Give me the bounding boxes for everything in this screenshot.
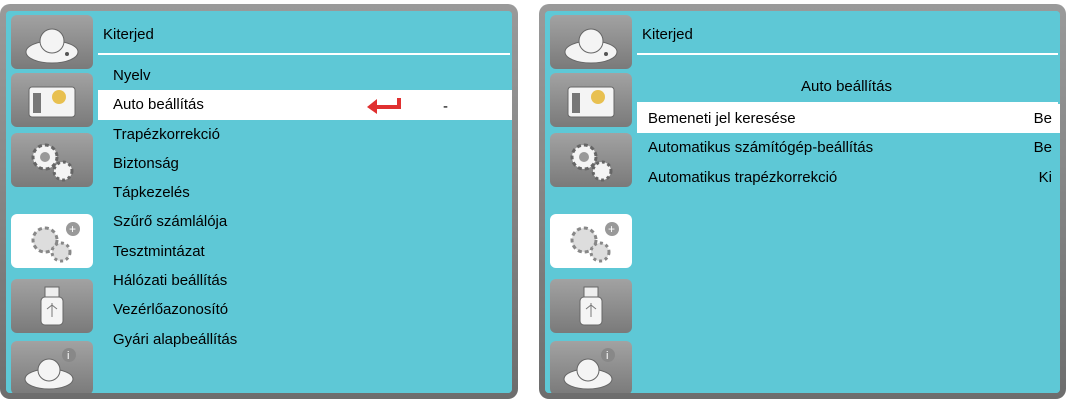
usb-icon[interactable] xyxy=(550,279,632,333)
row-label: Bemeneti jel keresése xyxy=(648,110,796,127)
gears-icon[interactable] xyxy=(11,133,93,187)
gears-icon[interactable] xyxy=(550,133,632,187)
menu-frame: + i Kiterjed Nyelv Auto beállítás - Trap… xyxy=(6,11,512,393)
camera-icon[interactable] xyxy=(11,15,93,69)
camera-icon[interactable] xyxy=(550,15,632,69)
camera-info-icon[interactable]: i xyxy=(11,341,93,393)
row-label: Automatikus számítógép-beállítás xyxy=(648,139,874,157)
row-value[interactable]: Be xyxy=(1034,133,1052,162)
display-settings-icon[interactable] xyxy=(11,73,93,127)
menu-content: Kiterjed Nyelv Auto beállítás - Trapézko… xyxy=(94,11,512,393)
title-divider xyxy=(637,53,1058,55)
gears-plus-icon[interactable]: + xyxy=(11,214,93,268)
menu-item-factory-reset[interactable]: Gyári alapbeállítás xyxy=(94,325,512,354)
submenu-row-auto-pc-adjust[interactable]: Automatikus számítógép-beállítás Be xyxy=(633,133,1060,162)
menu-item-language[interactable]: Nyelv xyxy=(94,61,512,90)
category-sidebar: + i xyxy=(6,11,94,393)
submenu-frame: + i Kiterjed Auto beállítás Bemeneti jel… xyxy=(545,11,1060,393)
svg-text:+: + xyxy=(69,222,76,236)
menu-item-keystone[interactable]: Trapézkorrekció xyxy=(94,120,512,149)
menu-item-filter-counter[interactable]: Szűrő számlálója xyxy=(94,207,512,236)
main-menu-list: Nyelv Auto beállítás - Trapézkorrekció B… xyxy=(94,61,512,354)
svg-text:+: + xyxy=(608,222,615,236)
left-menu-panel: + i Kiterjed Nyelv Auto beállítás - Trap… xyxy=(0,4,518,399)
submenu-row-input-search[interactable]: Bemeneti jel keresése Be xyxy=(637,104,1060,134)
category-title: Kiterjed xyxy=(642,26,693,43)
menu-item-test-pattern[interactable]: Tesztmintázat xyxy=(94,237,512,266)
row-value[interactable]: Be xyxy=(1034,104,1052,133)
gears-plus-icon[interactable]: + xyxy=(550,214,632,268)
usb-icon[interactable] xyxy=(11,279,93,333)
menu-item-network-settings[interactable]: Hálózati beállítás xyxy=(94,266,512,295)
row-label: Automatikus trapézkorrekció xyxy=(648,168,838,186)
menu-item-label: Auto beállítás xyxy=(113,96,204,114)
display-settings-icon[interactable] xyxy=(550,73,632,127)
category-title: Kiterjed xyxy=(103,26,154,43)
svg-text:i: i xyxy=(606,350,608,362)
menu-item-power-management[interactable]: Tápkezelés xyxy=(94,178,512,207)
submenu-list: Bemeneti jel keresése Be Automatikus szá… xyxy=(633,104,1060,192)
menu-item-control-id[interactable]: Vezérlőazonosító xyxy=(94,295,512,324)
right-menu-panel: + i Kiterjed Auto beállítás Bemeneti jel… xyxy=(539,4,1066,399)
submenu-content: Kiterjed Auto beállítás Bemeneti jel ker… xyxy=(633,11,1060,393)
menu-item-security[interactable]: Biztonság xyxy=(94,149,512,178)
value-dash: - xyxy=(443,98,448,116)
enter-arrow-icon xyxy=(367,98,401,115)
title-divider xyxy=(98,53,510,55)
submenu-title: Auto beállítás xyxy=(801,78,892,95)
svg-text:i: i xyxy=(67,350,69,362)
menu-item-auto-setup[interactable]: Auto beállítás - xyxy=(98,90,512,120)
submenu-row-auto-keystone[interactable]: Automatikus trapézkorrekció Ki xyxy=(633,163,1060,192)
row-value[interactable]: Ki xyxy=(1039,163,1052,192)
camera-info-icon[interactable]: i xyxy=(550,341,632,393)
category-sidebar: + i xyxy=(545,11,633,393)
